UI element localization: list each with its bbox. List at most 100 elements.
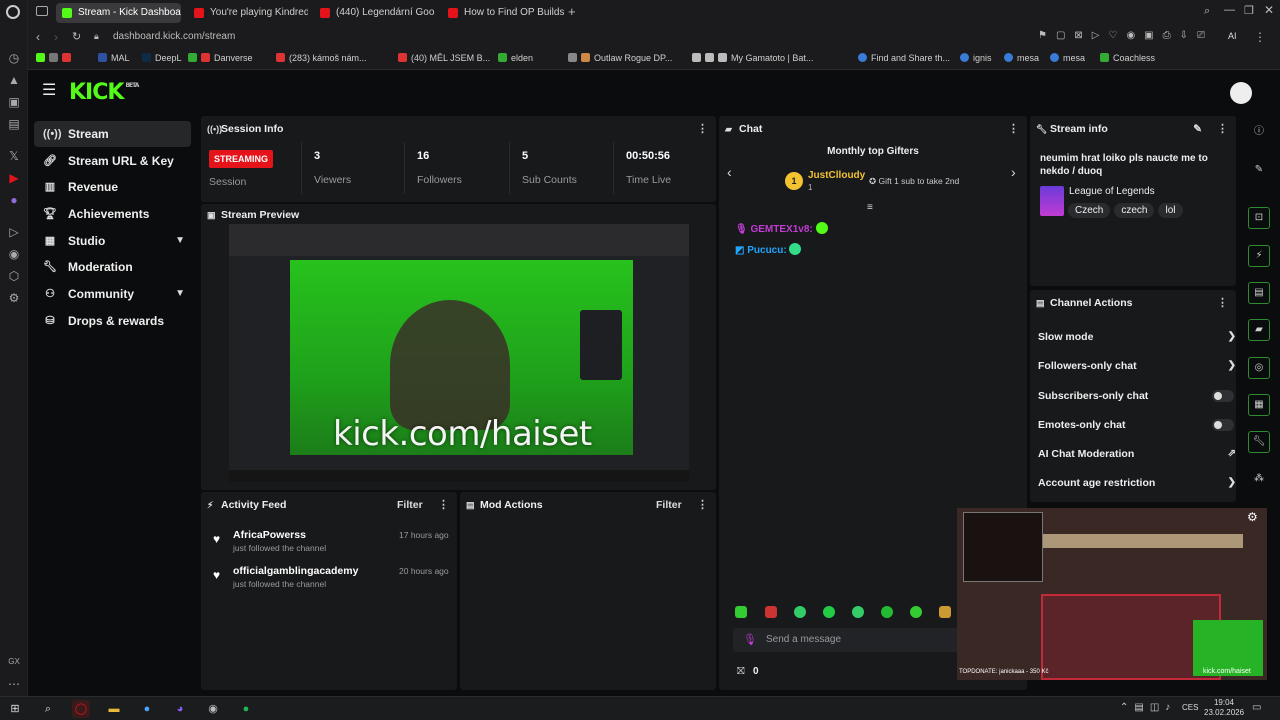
minimize-icon[interactable]: — (1224, 4, 1235, 16)
nav-stream-url-key[interactable]: 🔗︎ Stream URL & Key (34, 148, 191, 174)
nav-studio[interactable]: ▦ Studio ▼ (34, 228, 191, 254)
stream-preview-video[interactable]: kick.com/haiset (229, 224, 689, 482)
tab-op-builds[interactable]: How to Find OP Builds Be (442, 3, 564, 23)
gx-icon[interactable]: GX (6, 654, 22, 670)
widget-preview-icon[interactable]: ⊡ (1248, 207, 1270, 229)
nav-drops-rewards[interactable]: ⛁ Drops & rewards (34, 308, 191, 334)
subscribers-only-toggle[interactable] (1212, 390, 1234, 402)
windows-start-icon[interactable]: ⊞ (6, 700, 24, 718)
tab-kick-dashboard[interactable]: Stream - Kick Dashboard (56, 3, 181, 23)
notification-icon[interactable]: ▭ (1252, 702, 1261, 713)
nav-community[interactable]: ⚇ Community ▼ (34, 281, 191, 307)
collapse-icon[interactable]: ≡ (867, 202, 873, 213)
spotify-icon[interactable]: ● (237, 700, 255, 718)
emotes-only-toggle[interactable] (1212, 419, 1234, 431)
file-explorer-icon[interactable]: ▬ (105, 700, 123, 718)
action-followers-only[interactable]: Followers-only chat ❯ (1038, 360, 1236, 372)
bookmark-outlaw[interactable]: Outlaw Rogue DP... (568, 53, 672, 63)
bookmark-deepl[interactable]: DeepL (142, 53, 182, 63)
ai-icon[interactable]: AI (1228, 31, 1237, 41)
history-icon[interactable]: ◷ (6, 50, 22, 66)
filter-button[interactable]: Filter (656, 492, 682, 518)
more-icon[interactable]: ⋯ (6, 676, 22, 692)
search-icon[interactable]: ⌕ (39, 700, 57, 718)
restore-icon[interactable]: ❐ (1244, 4, 1254, 17)
nav-stream[interactable]: ((•)) Stream (34, 121, 191, 147)
messenger-icon[interactable]: ▤ (6, 116, 22, 132)
gear-icon[interactable]: ⚙ (1247, 510, 1258, 524)
x-icon[interactable]: 𝕏 (6, 148, 22, 164)
widget-more-icon[interactable]: ⁂ (1248, 469, 1270, 491)
search-tabs-icon[interactable]: ⌕ (1204, 5, 1210, 18)
chat-message-user[interactable]: 🎙︎ GEMTEX1v8: (735, 222, 828, 235)
reload-icon[interactable]: ↻ (72, 30, 81, 43)
aria-icon[interactable]: ▲ (6, 72, 22, 88)
action-slow-mode[interactable]: Slow mode ❯ (1038, 331, 1236, 343)
activity-user[interactable]: officialgamblingacademy (233, 565, 358, 577)
more-icon[interactable]: ⋮ (697, 116, 708, 142)
tab-kindred[interactable]: You're playing Kindred Co (188, 3, 308, 23)
widget-broadcast-icon[interactable]: ◎ (1248, 357, 1270, 379)
action-ai-moderation[interactable]: AI Chat Moderation ⇗ (1038, 448, 1236, 460)
more-icon[interactable]: ⋮ (438, 492, 449, 518)
tab-overview-icon[interactable] (36, 6, 48, 16)
widget-actions-icon[interactable]: ▦ (1248, 394, 1270, 416)
more-icon[interactable]: ⋮ (1217, 116, 1228, 142)
clock[interactable]: 19:04 23.02.2026 (1204, 698, 1244, 718)
bookmark-mesa-2[interactable]: mesa (1050, 53, 1085, 63)
youtube-icon[interactable]: ▶ (6, 170, 22, 186)
filter-button[interactable]: Filter (397, 492, 423, 518)
bookmark-danverse[interactable]: Danverse (188, 53, 253, 63)
more-icon[interactable]: ⋮ (1217, 290, 1228, 316)
nav-moderation[interactable]: 🔧︎ Moderation (34, 254, 191, 280)
settings-icon[interactable]: ⚙ (6, 290, 22, 306)
app-icon[interactable]: ● (138, 700, 156, 718)
tray-icons[interactable]: ⌃▤◫♪ (1120, 702, 1176, 713)
avatar[interactable] (1230, 82, 1252, 104)
tag[interactable]: lol (1158, 203, 1183, 218)
extensions-icon[interactable]: ⬡ (6, 268, 22, 284)
tag[interactable]: czech (1114, 203, 1155, 218)
twitch-icon[interactable]: ● (6, 192, 22, 208)
chat-message-user[interactable]: ◩ Pucucu: (735, 243, 802, 256)
gifter-name[interactable]: JustClloudy (808, 170, 865, 181)
info-icon[interactable]: ⓘ (1248, 122, 1270, 144)
action-account-age[interactable]: Account age restriction ❯ (1038, 477, 1236, 489)
opera-logo-icon[interactable] (6, 5, 20, 19)
bookmark-ignis[interactable]: ignis (960, 53, 992, 63)
edit-icon[interactable]: ✎ (1248, 160, 1270, 182)
bookmark-kamos[interactable]: (283) kámoš nám... (276, 53, 367, 63)
pin-icon[interactable]: ◉ (6, 246, 22, 262)
new-tab-icon[interactable]: + (568, 4, 576, 19)
more-icon[interactable]: ⋮ (697, 492, 708, 518)
prev-arrow-icon[interactable]: ‹ (727, 164, 732, 180)
toolbar-icons[interactable]: ⚑▢⊠▷♡◉▣⎙⇩⎚ (1038, 30, 1214, 41)
more-icon[interactable]: ⋮ (1008, 116, 1019, 142)
bookmark-elden[interactable]: elden (498, 53, 533, 63)
nav-revenue[interactable]: ▥ Revenue (34, 174, 191, 200)
bookmark-coachless[interactable]: Coachless (1100, 53, 1155, 63)
gift-cta[interactable]: ✪ Gift 1 sub to take 2nd (869, 176, 959, 187)
bookmark-mel-jsem[interactable]: (40) MĚL JSEM B... (398, 53, 490, 63)
gift-icon[interactable]: ⛝ (737, 666, 745, 677)
close-window-icon[interactable]: ✕ (1264, 3, 1274, 17)
tab-legendarni[interactable]: (440) Legendární Goo (314, 3, 436, 23)
bookmark-find-share[interactable]: Find and Share th... (858, 53, 950, 63)
language-indicator[interactable]: CES (1182, 703, 1198, 712)
edit-icon[interactable]: ✎ (1193, 116, 1202, 142)
opera-gx-icon[interactable]: ◯ (72, 700, 90, 718)
workspace-icon[interactable]: ▣ (6, 94, 22, 110)
menu-icon[interactable]: ⋮ (1254, 30, 1266, 44)
widget-wrench-icon[interactable]: 🔧︎ (1248, 431, 1270, 453)
url-field[interactable]: dashboard.kick.com/stream (113, 31, 235, 42)
hamburger-menu-icon[interactable]: ☰ (42, 83, 56, 99)
next-arrow-icon[interactable]: › (1011, 164, 1016, 180)
kick-logo[interactable]: KICK BETA (69, 80, 139, 105)
bookmark-mesa-1[interactable]: mesa (1004, 53, 1039, 63)
activity-user[interactable]: AfricaPowerss (233, 529, 306, 541)
bookmark-mal[interactable]: MAL (98, 53, 130, 63)
widget-list-icon[interactable]: ▤ (1248, 282, 1270, 304)
player-icon[interactable]: ▷ (6, 224, 22, 240)
forward-icon[interactable]: › (54, 30, 58, 44)
widget-chat-icon[interactable]: ▰ (1248, 319, 1270, 341)
